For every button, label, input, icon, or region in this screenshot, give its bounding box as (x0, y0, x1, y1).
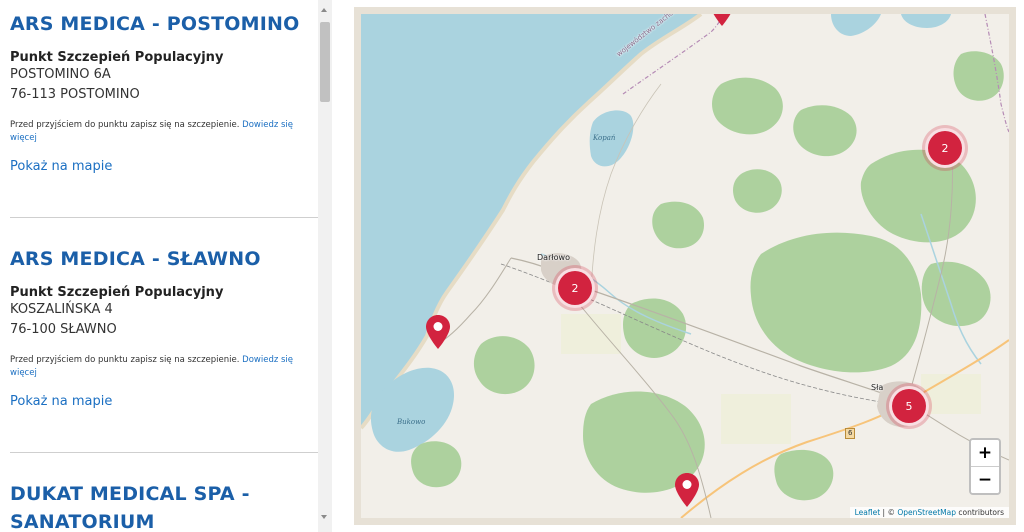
openstreetmap-link[interactable]: OpenStreetMap (897, 508, 956, 517)
entry-street: KOSZALIŃSKA 4 (10, 302, 113, 317)
map-tiles (361, 14, 1009, 518)
entry-note-text: Przed przyjściem do punktu zapisz się na… (10, 355, 240, 365)
divider (10, 217, 318, 218)
road-6-shield: 6 (845, 428, 856, 439)
scroll-up-arrow-icon[interactable] (321, 8, 327, 12)
map-pin-icon[interactable] (675, 473, 699, 507)
town-label-darlowo: Darłowo (537, 253, 570, 262)
marker-cluster[interactable]: 2 (555, 268, 595, 308)
leaflet-link[interactable]: Leaflet (855, 508, 881, 517)
scrollbar-thumb[interactable] (320, 22, 330, 102)
attribution-suffix: contributors (956, 508, 1004, 517)
show-on-map-link[interactable]: Pokaż na mapie (10, 394, 112, 409)
entry-note: Przed przyjściem do punktu zapisz się na… (10, 119, 310, 145)
attribution-separator: | © (880, 508, 898, 517)
vaccination-point-list: ARS MEDICA - POSTOMINO Punkt Szczepień P… (0, 0, 318, 532)
zoom-out-button[interactable]: − (971, 466, 999, 493)
entry-note: Przed przyjściem do punktu zapisz się na… (10, 354, 310, 380)
entry-title: ARS MEDICA - SŁAWNO (10, 248, 261, 270)
lake-kopan-label: Kopań (593, 134, 616, 142)
list-scrollbar[interactable] (318, 0, 332, 532)
entry-title: DUKAT MEDICAL SPA - SANATORIUM (10, 480, 310, 532)
zoom-in-button[interactable]: + (971, 440, 999, 466)
entry-city: 76-113 POSTOMINO (10, 87, 140, 102)
entry-type: Punkt Szczepień Populacyjny (10, 50, 224, 65)
entry-note-text: Przed przyjściem do punktu zapisz się na… (10, 120, 240, 130)
list-item: ARS MEDICA - POSTOMINO Punkt Szczepień P… (10, 10, 310, 175)
map-pin-icon[interactable] (710, 14, 734, 26)
map-pin-icon[interactable] (426, 315, 450, 349)
marker-cluster[interactable]: 5 (889, 386, 929, 426)
entry-type: Punkt Szczepień Populacyjny (10, 285, 224, 300)
list-item: DUKAT MEDICAL SPA - SANATORIUM (10, 480, 310, 532)
zoom-control: + − (969, 438, 1001, 495)
entry-title-line: DUKAT MEDICAL SPA - (10, 483, 250, 505)
entry-title-line: SANATORIUM (10, 511, 155, 532)
scroll-down-arrow-icon[interactable] (321, 515, 327, 519)
list-item: ARS MEDICA - SŁAWNO Punkt Szczepień Popu… (10, 245, 310, 410)
map[interactable]: Kopań Bukowo Darłowo Sła województwo zac… (361, 14, 1009, 518)
map-frame: Kopań Bukowo Darłowo Sła województwo zac… (354, 7, 1016, 525)
town-label-slawno: Sła (871, 383, 884, 392)
marker-cluster[interactable]: 2 (925, 128, 965, 168)
divider (10, 452, 318, 453)
entry-title: ARS MEDICA - POSTOMINO (10, 13, 300, 35)
show-on-map-link[interactable]: Pokaż na mapie (10, 159, 112, 174)
map-attribution: Leaflet | © OpenStreetMap contributors (849, 507, 1009, 518)
entry-street: POSTOMINO 6A (10, 67, 111, 82)
entry-city: 76-100 SŁAWNO (10, 322, 117, 337)
lake-bukowo-label: Bukowo (397, 418, 426, 426)
